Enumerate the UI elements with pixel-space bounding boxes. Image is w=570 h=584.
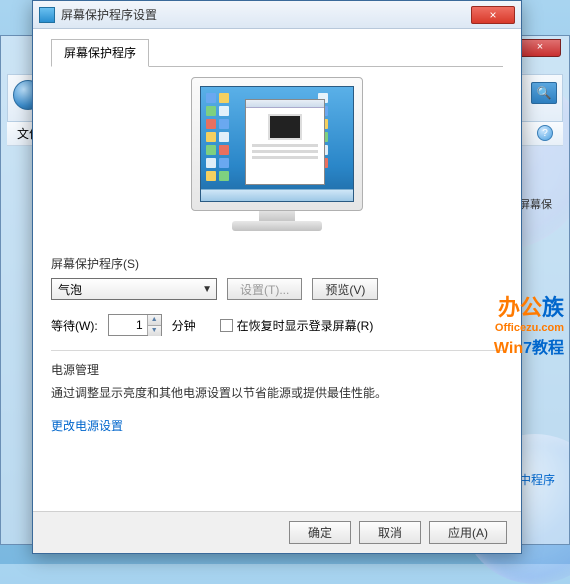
- preview-inner-window: [245, 99, 325, 185]
- background-search-button[interactable]: 🔍: [531, 82, 557, 104]
- help-icon[interactable]: ?: [537, 125, 553, 141]
- dialog-button-row: 确定 取消 应用(A): [33, 511, 521, 553]
- app-icon: [39, 7, 55, 23]
- power-description: 通过调整显示亮度和其他电源设置以节省能源或提供最佳性能。: [51, 384, 503, 403]
- spinner-up-icon[interactable]: ▲: [148, 315, 161, 326]
- wait-spinner[interactable]: ▲ ▼: [108, 314, 162, 336]
- combo-value: 气泡: [58, 281, 82, 298]
- screensaver-combo[interactable]: 气泡 ▼: [51, 278, 217, 300]
- monitor-bezel: [191, 77, 363, 211]
- apply-button[interactable]: 应用(A): [429, 521, 507, 544]
- monitor-screen: [200, 86, 354, 202]
- ok-button[interactable]: 确定: [289, 521, 351, 544]
- screensaver-settings-dialog: 屏幕保护程序设置 × 屏幕保护程序: [32, 0, 522, 554]
- preview-area: [51, 77, 503, 231]
- tab-screensaver[interactable]: 屏幕保护程序: [51, 39, 149, 67]
- close-button[interactable]: ×: [471, 6, 515, 24]
- chevron-down-icon: ▼: [202, 284, 212, 295]
- change-power-settings-link[interactable]: 更改电源设置: [51, 417, 503, 434]
- settings-button[interactable]: 设置(T)...: [227, 278, 302, 300]
- screensaver-section-label: 屏幕保护程序(S): [51, 255, 503, 272]
- cancel-button[interactable]: 取消: [359, 521, 421, 544]
- window-title: 屏幕保护程序设置: [61, 6, 471, 23]
- resume-checkbox[interactable]: [220, 319, 233, 332]
- spinner-down-icon[interactable]: ▼: [148, 326, 161, 336]
- titlebar: 屏幕保护程序设置 ×: [33, 1, 521, 29]
- background-side-link[interactable]: 中程序: [519, 471, 555, 488]
- power-heading: 电源管理: [51, 361, 503, 378]
- wait-input[interactable]: [109, 315, 147, 335]
- preview-button[interactable]: 预览(V): [312, 278, 378, 300]
- wait-unit: 分钟: [172, 317, 196, 334]
- background-close-button[interactable]: ×: [519, 39, 561, 57]
- resume-checkbox-label: 在恢复时显示登录屏幕(R): [237, 319, 374, 333]
- tabstrip: 屏幕保护程序: [51, 39, 503, 67]
- divider: [51, 350, 503, 351]
- background-side-text: 屏幕保: [519, 196, 559, 212]
- wait-label: 等待(W):: [51, 317, 98, 334]
